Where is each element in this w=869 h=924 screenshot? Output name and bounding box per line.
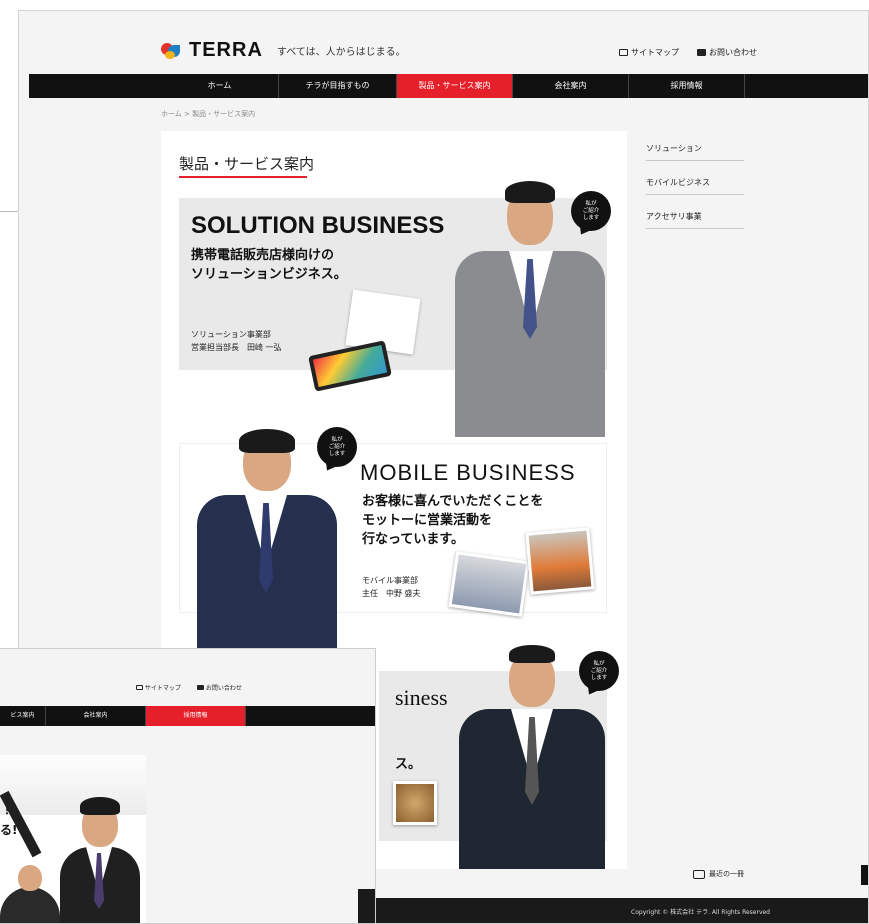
breadcrumb[interactable]: ホーム > 製品・サービス案内 [161,109,255,119]
mail-icon [697,49,706,56]
recruit-page-screenshot: サイトマップ お問い合わせ ビス案内 会社案内 採用情報 ！ る! [0,648,376,924]
person-photo-solution [447,179,611,437]
person-photo-mobile [197,429,337,657]
global-nav: ビス案内 会社案内 採用情報 [0,706,375,726]
mobile-sub3: 行なっています。 [362,532,465,547]
sitemap-link[interactable]: サイトマップ [619,47,679,58]
mobile-sub1: お客様に喜んでいただくことを [362,494,544,509]
solution-person: 営業担当部長 田崎 一弘 [191,343,282,352]
sidebar-item-accessory[interactable]: アクセサリ事業 [646,205,744,229]
nav-recruit[interactable]: 採用情報 [629,74,745,98]
nav-products[interactable]: ビス案内 [0,706,46,726]
recent-link[interactable]: 最近の一冊 [693,869,744,879]
sitemap-icon [619,49,628,56]
nav-recruit[interactable]: 採用情報 [146,706,246,726]
person-photo-accessory [453,643,609,869]
global-nav: ホーム テラが目指すもの 製品・サービス案内 会社案内 採用情報 [29,74,868,98]
tablet-image [308,340,392,392]
accessory-sub: ス。 [395,757,422,772]
shop-staff-photo [448,551,530,617]
coffee-photo [393,781,437,825]
sidebar-item-solution[interactable]: ソリューション [646,137,744,161]
title-underline [179,176,307,178]
site-header: TERRA すべては、人からはじまる。 サイトマップ お問い合わせ [19,11,868,75]
sitemap-icon [136,685,143,690]
chat-icon [693,869,705,879]
utility-links: サイトマップ お問い合わせ [136,683,242,692]
solution-sub1: 携帯電話販売店様向けの [191,248,335,263]
contact-link[interactable]: お問い合わせ [697,47,757,58]
contact-link[interactable]: お問い合わせ [196,683,242,692]
sidebar-item-mobile[interactable]: モバイルビジネス [646,171,744,195]
divider-line [0,211,18,212]
page-top-button[interactable] [861,865,868,885]
background-person [0,865,60,923]
mobile-dept: モバイル事業部 [362,576,418,585]
nav-vision[interactable]: テラが目指すもの [279,74,397,98]
mobile-heading: MOBILE BUSINESS [360,460,576,485]
mobile-person: 主任 中野 盛夫 [362,589,421,598]
solution-sub2: ソリューションビジネス。 [191,267,347,282]
nav-products[interactable]: 製品・サービス案内 [397,74,513,98]
nav-home[interactable]: ホーム [161,74,279,98]
page-title: 製品・サービス案内 [179,155,315,173]
footer-strip [358,889,375,923]
nav-company[interactable]: 会社案内 [513,74,629,98]
solution-heading: SOLUTION BUSINESS [191,212,445,239]
logo-text: TERRA [189,39,263,61]
nav-company[interactable]: 会社案内 [46,706,146,726]
sidebar-nav: ソリューション モバイルビジネス アクセサリ事業 [646,137,744,239]
logo-tagline: すべては、人からはじまる。 [276,47,406,58]
solution-dept: ソリューション事業部 [191,330,271,339]
site-logo[interactable]: TERRA すべては、人からはじまる。 [159,39,406,62]
utility-links: サイトマップ お問い合わせ [619,47,757,58]
mail-icon [196,685,204,690]
mobile-sub2: モットーに営業活動を [362,513,493,528]
sitemap-link[interactable]: サイトマップ [136,683,181,692]
storefront-photo [525,527,595,595]
recruit-hero-image: ！ る! [0,755,146,923]
accessory-heading: siness [395,685,448,710]
terra-logo-icon [159,40,183,61]
copyright: Copyright © 株式会社 テラ. All Rights Reserved [631,909,770,916]
canvas: TERRA すべては、人からはじまる。 サイトマップ お問い合わせ ホーム テラ… [0,0,869,924]
